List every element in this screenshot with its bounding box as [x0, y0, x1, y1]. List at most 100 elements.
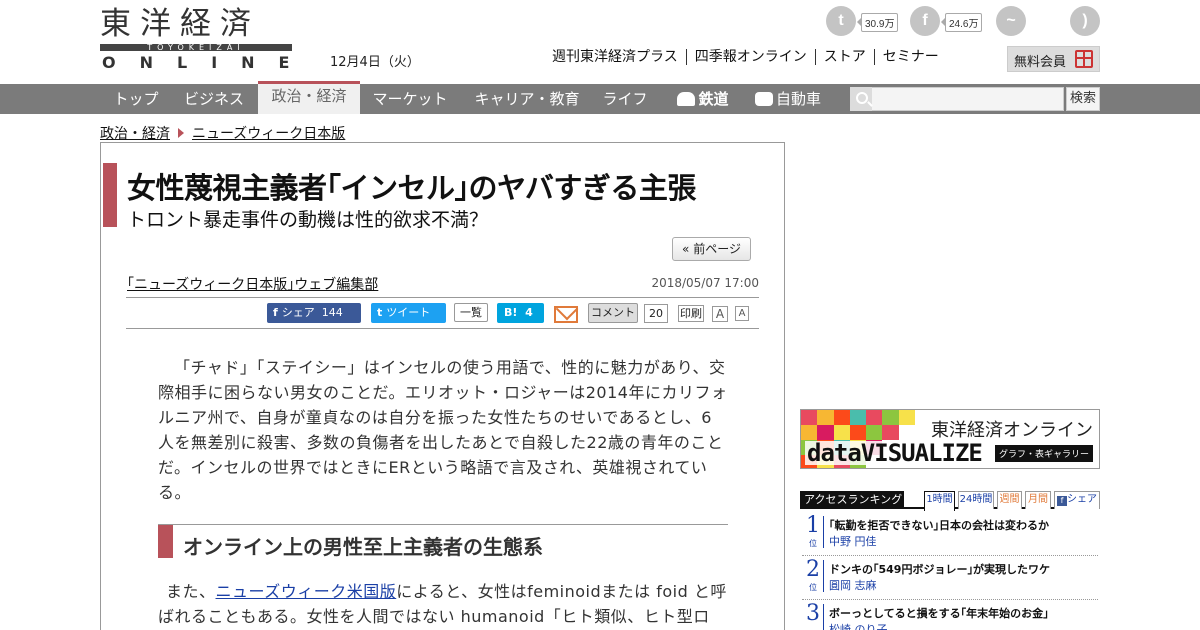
- data-visualize-banner[interactable]: 東洋経済オンライン dataVISUALIZE グラフ・表ギャラリー: [800, 409, 1100, 469]
- main-nav: トップ ビジネス 政治・経済 マーケット キャリア・教育 ライフ 鉄道 自動車 …: [0, 81, 1200, 114]
- free-member-button[interactable]: 無料会員: [1007, 46, 1100, 72]
- nav-automobile[interactable]: 自動車: [748, 84, 828, 114]
- facebook-share-button[interactable]: f シェア 144: [267, 303, 361, 323]
- rank-author[interactable]: 中野 円佳: [829, 533, 877, 549]
- gift-icon: [1075, 50, 1093, 68]
- rank-number: 2: [806, 557, 820, 582]
- facebook-count: 24.6万: [940, 13, 983, 32]
- tweet-button[interactable]: t ツイート: [371, 303, 446, 323]
- section-heading-text: オンライン上の男性至上主義者の生態系: [183, 535, 543, 559]
- logo-subtitle: TOYOKEIZAI: [147, 43, 245, 52]
- article-author[interactable]: ｢ニューズウィーク日本版｣ウェブ編集部: [127, 274, 378, 294]
- rank-unit: 位: [809, 583, 817, 592]
- nav-top[interactable]: トップ: [100, 84, 172, 114]
- facebook-share[interactable]: f 24.6万: [910, 6, 983, 36]
- divider: [126, 297, 759, 298]
- comment-count: 20: [644, 304, 668, 323]
- banner-tag: グラフ・表ギャラリー: [994, 445, 1093, 462]
- article-title: 女性蔑視主義者｢インセル｣のヤバすぎる主張: [127, 171, 696, 205]
- rank-separator: [823, 516, 824, 548]
- hatena-icon: B!: [504, 306, 518, 319]
- breadcrumb-politics[interactable]: 政治・経済: [100, 123, 170, 143]
- nav-automobile-label: 自動車: [775, 90, 821, 108]
- nav-railway-label: 鉄道: [698, 90, 729, 108]
- car-icon: [754, 92, 773, 106]
- facebook-share-count: 144: [321, 306, 343, 319]
- section-heading: オンライン上の男性至上主義者の生態系: [158, 524, 728, 559]
- rank-separator: [823, 604, 824, 630]
- article-paragraph: 「チャド」「ステイシー」はインセルの使う用語で、性的に魅力があり、交際相手に困ら…: [158, 358, 728, 502]
- rank-headline[interactable]: ボーっとしてると損をする｢年末年始のお金｣: [829, 605, 1049, 621]
- tab-24hours[interactable]: 24時間: [958, 491, 994, 509]
- tab-share-label: シェア: [1067, 494, 1097, 505]
- rank-number: 1: [806, 513, 820, 538]
- banner-title-en: dataVISUALIZE: [805, 439, 984, 467]
- breadcrumb-newsweek[interactable]: ニューズウィーク日本版: [192, 123, 345, 143]
- hatena-count: 4: [525, 306, 533, 319]
- font-size-small-button[interactable]: A: [735, 306, 749, 321]
- article: 女性蔑視主義者｢インセル｣のヤバすぎる主張 トロント暴走事件の動機は性的欲求不満…: [100, 142, 785, 630]
- rank-headline[interactable]: ｢転勤を拒否できない｣日本の会社は変わるか: [829, 517, 1049, 533]
- link-shikiho[interactable]: 四季報オンライン: [685, 49, 815, 65]
- train-icon: [677, 92, 696, 106]
- paragraph-text: また、: [166, 582, 216, 601]
- messenger-share[interactable]: ~: [996, 6, 1026, 36]
- article-subtitle: トロント暴走事件の動機は性的欲求不満？: [127, 209, 489, 231]
- link-weekly-plus[interactable]: 週刊東洋経済プラス: [544, 49, 686, 65]
- divider: [126, 328, 759, 329]
- link-seminar[interactable]: セミナー: [873, 49, 947, 65]
- twitter-icon[interactable]: t: [826, 6, 856, 36]
- current-date: 12月4日（火）: [330, 55, 420, 70]
- rank-number: 3: [806, 601, 820, 626]
- article-paragraph: また、ニューズウィーク米国版によると、女性はfeminoidまたは foid と…: [158, 579, 728, 629]
- rss-link[interactable]: ): [1070, 6, 1100, 36]
- nav-life[interactable]: ライフ: [592, 84, 658, 114]
- comment-button[interactable]: コメント: [588, 303, 638, 323]
- nav-business[interactable]: ビジネス: [172, 84, 256, 114]
- messenger-icon[interactable]: ~: [996, 6, 1026, 36]
- site-logo[interactable]: 東洋経済 TOYOKEIZAI ONLINE: [100, 6, 292, 72]
- link-store[interactable]: ストア: [814, 49, 874, 65]
- ranking-item[interactable]: 3 ボーっとしてると損をする｢年末年始のお金｣ 松崎 のり子: [802, 600, 1098, 630]
- section-accent-bar: [158, 525, 173, 558]
- hatena-bookmark-button[interactable]: B! 4: [497, 303, 544, 323]
- twitter-small-icon: t: [377, 306, 383, 319]
- rank-headline[interactable]: ドンキの｢549円ボジョレー｣が実現したワケ: [829, 561, 1050, 577]
- rss-icon[interactable]: ): [1070, 6, 1100, 36]
- facebook-icon[interactable]: f: [910, 6, 940, 36]
- facebook-share-label: シェア: [281, 306, 315, 319]
- twitter-share[interactable]: t 30.9万: [826, 6, 899, 36]
- tab-share[interactable]: f シェア: [1054, 491, 1100, 509]
- tab-1hour[interactable]: 1時間: [924, 491, 955, 511]
- print-button[interactable]: 印刷: [678, 305, 704, 322]
- search-input[interactable]: [850, 87, 1064, 111]
- facebook-small-icon: f: [273, 306, 278, 319]
- nav-market[interactable]: マーケット: [362, 84, 458, 114]
- newsweek-us-link[interactable]: ニューズウィーク米国版: [216, 582, 397, 601]
- nav-politics-economy[interactable]: 政治・経済: [258, 81, 360, 114]
- site-header: 東洋経済 TOYOKEIZAI ONLINE 12月4日（火） t 30.9万 …: [0, 0, 1200, 84]
- logo-japanese: 東洋経済: [100, 6, 260, 42]
- mail-icon[interactable]: [554, 306, 578, 323]
- tab-weekly[interactable]: 週間: [997, 491, 1022, 509]
- rank-separator: [823, 560, 824, 592]
- nav-career[interactable]: キャリア・教育: [462, 84, 592, 114]
- rank-author[interactable]: 松崎 のり子: [829, 621, 888, 630]
- prev-page-button[interactable]: « 前ページ: [672, 237, 751, 261]
- facebook-small-icon: f: [1057, 496, 1067, 506]
- rank-unit: 位: [809, 539, 817, 548]
- search-button[interactable]: 検索: [1066, 87, 1100, 111]
- search-icon: [856, 92, 868, 104]
- nav-railway[interactable]: 鉄道: [668, 84, 738, 114]
- font-size-large-button[interactable]: A: [712, 306, 728, 322]
- tweet-list-button[interactable]: 一覧: [454, 303, 488, 322]
- tweet-label: ツイート: [386, 306, 431, 319]
- ranking-item[interactable]: 1 位 ｢転勤を拒否できない｣日本の会社は変わるか 中野 円佳: [802, 512, 1098, 556]
- tab-monthly[interactable]: 月間: [1025, 491, 1051, 509]
- rank-author[interactable]: 圓岡 志麻: [829, 577, 877, 593]
- top-links: 週刊東洋経済プラス 四季報オンライン ストア セミナー: [544, 49, 947, 65]
- title-accent-bar: [103, 163, 117, 227]
- ranking-title: アクセスランキング: [800, 491, 904, 509]
- twitter-count: 30.9万: [856, 13, 899, 32]
- ranking-item[interactable]: 2 位 ドンキの｢549円ボジョレー｣が実現したワケ 圓岡 志麻: [802, 556, 1098, 600]
